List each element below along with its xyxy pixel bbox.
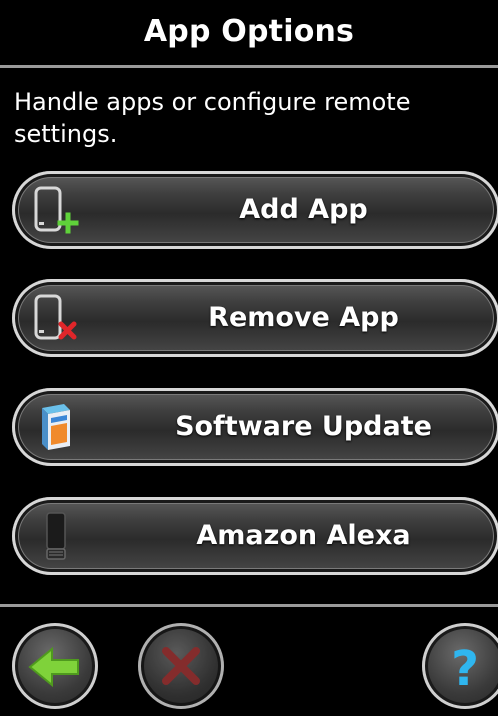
remove-app-button[interactable]: Remove App — [12, 279, 498, 357]
amazon-alexa-button[interactable]: Amazon Alexa — [12, 497, 498, 575]
bottom-toolbar: ? — [0, 604, 498, 716]
device-remove-icon — [30, 293, 84, 343]
device-add-icon — [30, 185, 84, 235]
page-title: App Options — [143, 14, 355, 49]
title-bar: App Options — [0, 0, 498, 68]
help-button[interactable]: ? — [422, 623, 498, 709]
svg-text:?: ? — [451, 641, 479, 697]
software-update-label: Software Update — [175, 411, 432, 442]
back-button[interactable] — [12, 623, 98, 709]
software-box-icon — [30, 402, 84, 452]
alexa-speaker-icon — [30, 511, 84, 561]
remove-app-label: Remove App — [208, 302, 399, 333]
software-update-button[interactable]: Software Update — [12, 388, 498, 466]
amazon-alexa-label: Amazon Alexa — [196, 520, 411, 551]
description-text: Handle apps or configure remote settings… — [14, 88, 411, 148]
cancel-button[interactable] — [138, 623, 224, 709]
add-app-label: Add App — [239, 194, 368, 225]
add-app-button[interactable]: Add App — [12, 171, 498, 249]
